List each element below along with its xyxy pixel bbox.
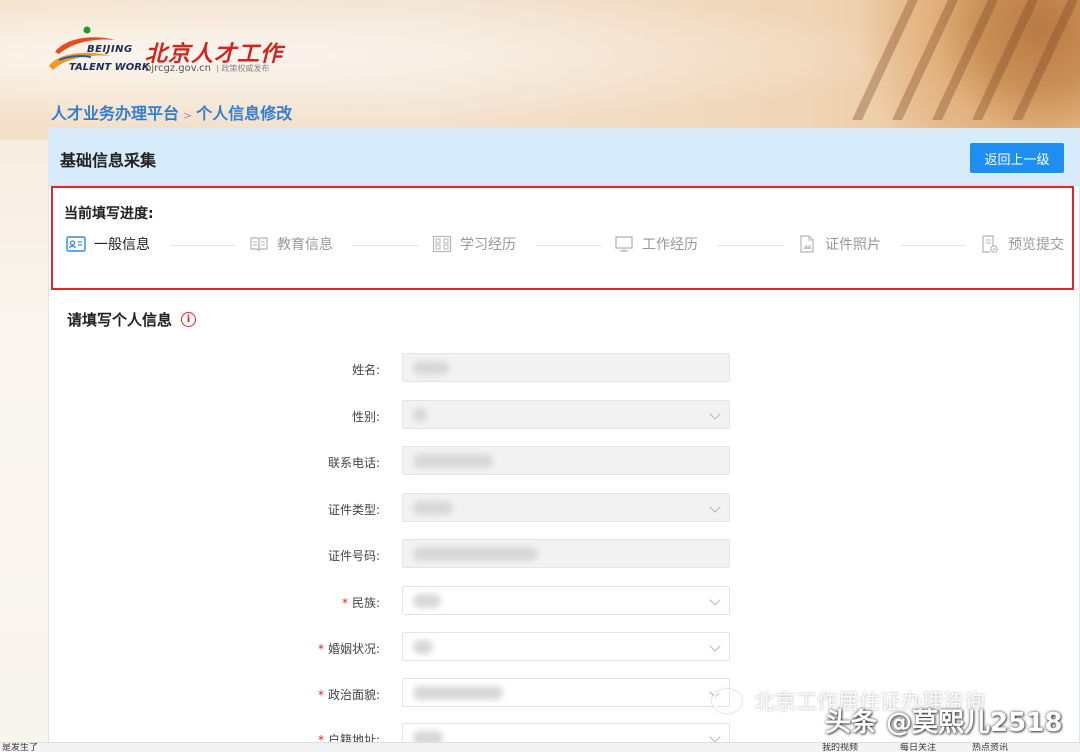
browser-status-bar: 是发生了 我的视频 每日关注 热点资讯 [0,742,1080,752]
info-card: 基础信息采集 返回上一级 当前填写进度: 一般信息 教育信息 学习经历 工作经历… [48,128,1080,752]
grid-icon [432,235,452,253]
ethnicity-select[interactable] [402,586,730,615]
back-button[interactable]: 返回上一级 [970,143,1064,173]
book-icon [250,237,268,252]
step-preview-submit[interactable]: 预览提交 [980,234,1064,254]
breadcrumb-home-link[interactable]: 人才业务办理平台 [51,104,179,123]
step-general-info[interactable]: 一般信息 [66,234,150,254]
form-row-phone: 联系电话: [49,446,1079,476]
step-connector [901,245,966,246]
field-label: 证件类型: [328,501,380,518]
step-connector [718,245,783,246]
card-header: 基础信息采集 返回上一级 [49,129,1079,186]
step-education-info[interactable]: 教育信息 [249,234,333,254]
chevron-down-icon [709,731,721,743]
chevron-down-icon [709,408,721,420]
form-row-marital-status: * 婚姻状况: [49,632,1079,662]
political-status-select[interactable] [402,678,730,707]
computer-icon [615,236,633,252]
form-row-id-number: 证件号码: [49,539,1079,569]
step-label: 证件照片 [825,237,881,253]
required-mark: * [317,642,324,656]
form-row-id-type: 证件类型: [49,493,1079,523]
breadcrumb: 人才业务办理平台 > 个人信息修改 [51,100,292,124]
breadcrumb-separator: > [183,109,193,122]
progress-steps: 一般信息 教育信息 学习经历 工作经历 证件照片 预览提交 [53,230,1072,260]
domain-text: bjrcgz.gov.cn [145,63,211,74]
phone-input[interactable] [402,446,730,475]
id-card-icon [66,236,86,252]
field-label: 性别: [352,408,380,425]
step-work-history[interactable]: 工作经历 [614,234,698,254]
status-item-my-videos[interactable]: 我的视频 [822,743,858,752]
info-icon[interactable]: i [181,312,197,327]
field-label: 证件号码: [328,547,380,564]
name-input[interactable] [402,353,730,382]
section-title-text: 请填写个人信息 [67,311,173,329]
form-row-ethnicity: * 民族: [49,586,1079,616]
step-connector [170,245,235,246]
logo-text-talent-work: TALENT WORK [69,62,150,73]
logo-text-beijing: BEIJING [87,44,133,55]
status-item-hot-news[interactable]: 热点资讯 [972,743,1008,752]
field-label-text: 性别: [351,410,380,424]
watermark-toutiao: 头条 @莫熙儿2518 [825,708,1063,738]
step-id-photo[interactable]: 证件照片 [797,234,881,254]
progress-panel: 当前填写进度: 一般信息 教育信息 学习经历 工作经历 证件照片 预览提交 [51,186,1074,290]
step-label: 学习经历 [460,237,516,253]
form-row-name: 姓名: [49,353,1079,383]
field-label-text: 姓名: [351,363,380,377]
progress-label: 当前填写进度: [64,206,154,222]
field-label: * 政治面貌: [318,686,380,703]
step-connector [536,245,601,246]
step-connector [353,245,418,246]
site-logo[interactable]: BEIJING TALENT WORK 北京人才工作 bjrcgz.gov.cn… [45,22,285,82]
card-title: 基础信息采集 [60,151,157,170]
required-mark: * [317,688,324,702]
status-left-text: 是发生了 [2,743,39,752]
field-label-text: 证件类型: [327,503,380,517]
section-title: 请填写个人信息 i [67,309,197,330]
marital-status-select[interactable] [402,632,730,661]
step-label: 工作经历 [642,237,698,253]
step-study-history[interactable]: 学习经历 [432,234,516,254]
field-label-text: 政治面貌: [327,688,380,702]
field-label: 联系电话: [328,454,380,471]
preview-doc-icon [982,235,998,253]
temple-roof-image [820,0,1080,135]
status-item-daily-focus[interactable]: 每日关注 [900,743,936,752]
field-label-text: 民族: [351,596,380,610]
field-label: * 民族: [342,594,380,611]
field-label: 姓名: [352,361,380,378]
field-label-text: 证件号码: [327,549,380,563]
wechat-logo-icon [712,689,742,713]
form-row-gender: 性别: [49,400,1079,430]
photo-doc-icon [800,235,814,253]
chevron-down-icon [709,594,721,606]
required-mark: * [341,596,348,610]
id-type-select[interactable] [402,493,730,522]
id-number-input[interactable] [402,539,730,568]
field-label-text: 婚姻状况: [327,642,380,656]
breadcrumb-current: 个人信息修改 [196,104,293,123]
chevron-down-icon [709,640,721,652]
field-label-text: 联系电话: [327,456,380,470]
step-label: 教育信息 [277,237,333,253]
step-label: 预览提交 [1008,237,1064,253]
gender-select[interactable] [402,400,730,429]
logo-domain: bjrcgz.gov.cn | 政策权威发布 [145,63,269,74]
field-label: * 婚姻状况: [318,640,380,657]
chevron-down-icon [709,501,721,513]
slogan-text: | 政策权威发布 [216,64,270,73]
step-label: 一般信息 [94,237,150,253]
